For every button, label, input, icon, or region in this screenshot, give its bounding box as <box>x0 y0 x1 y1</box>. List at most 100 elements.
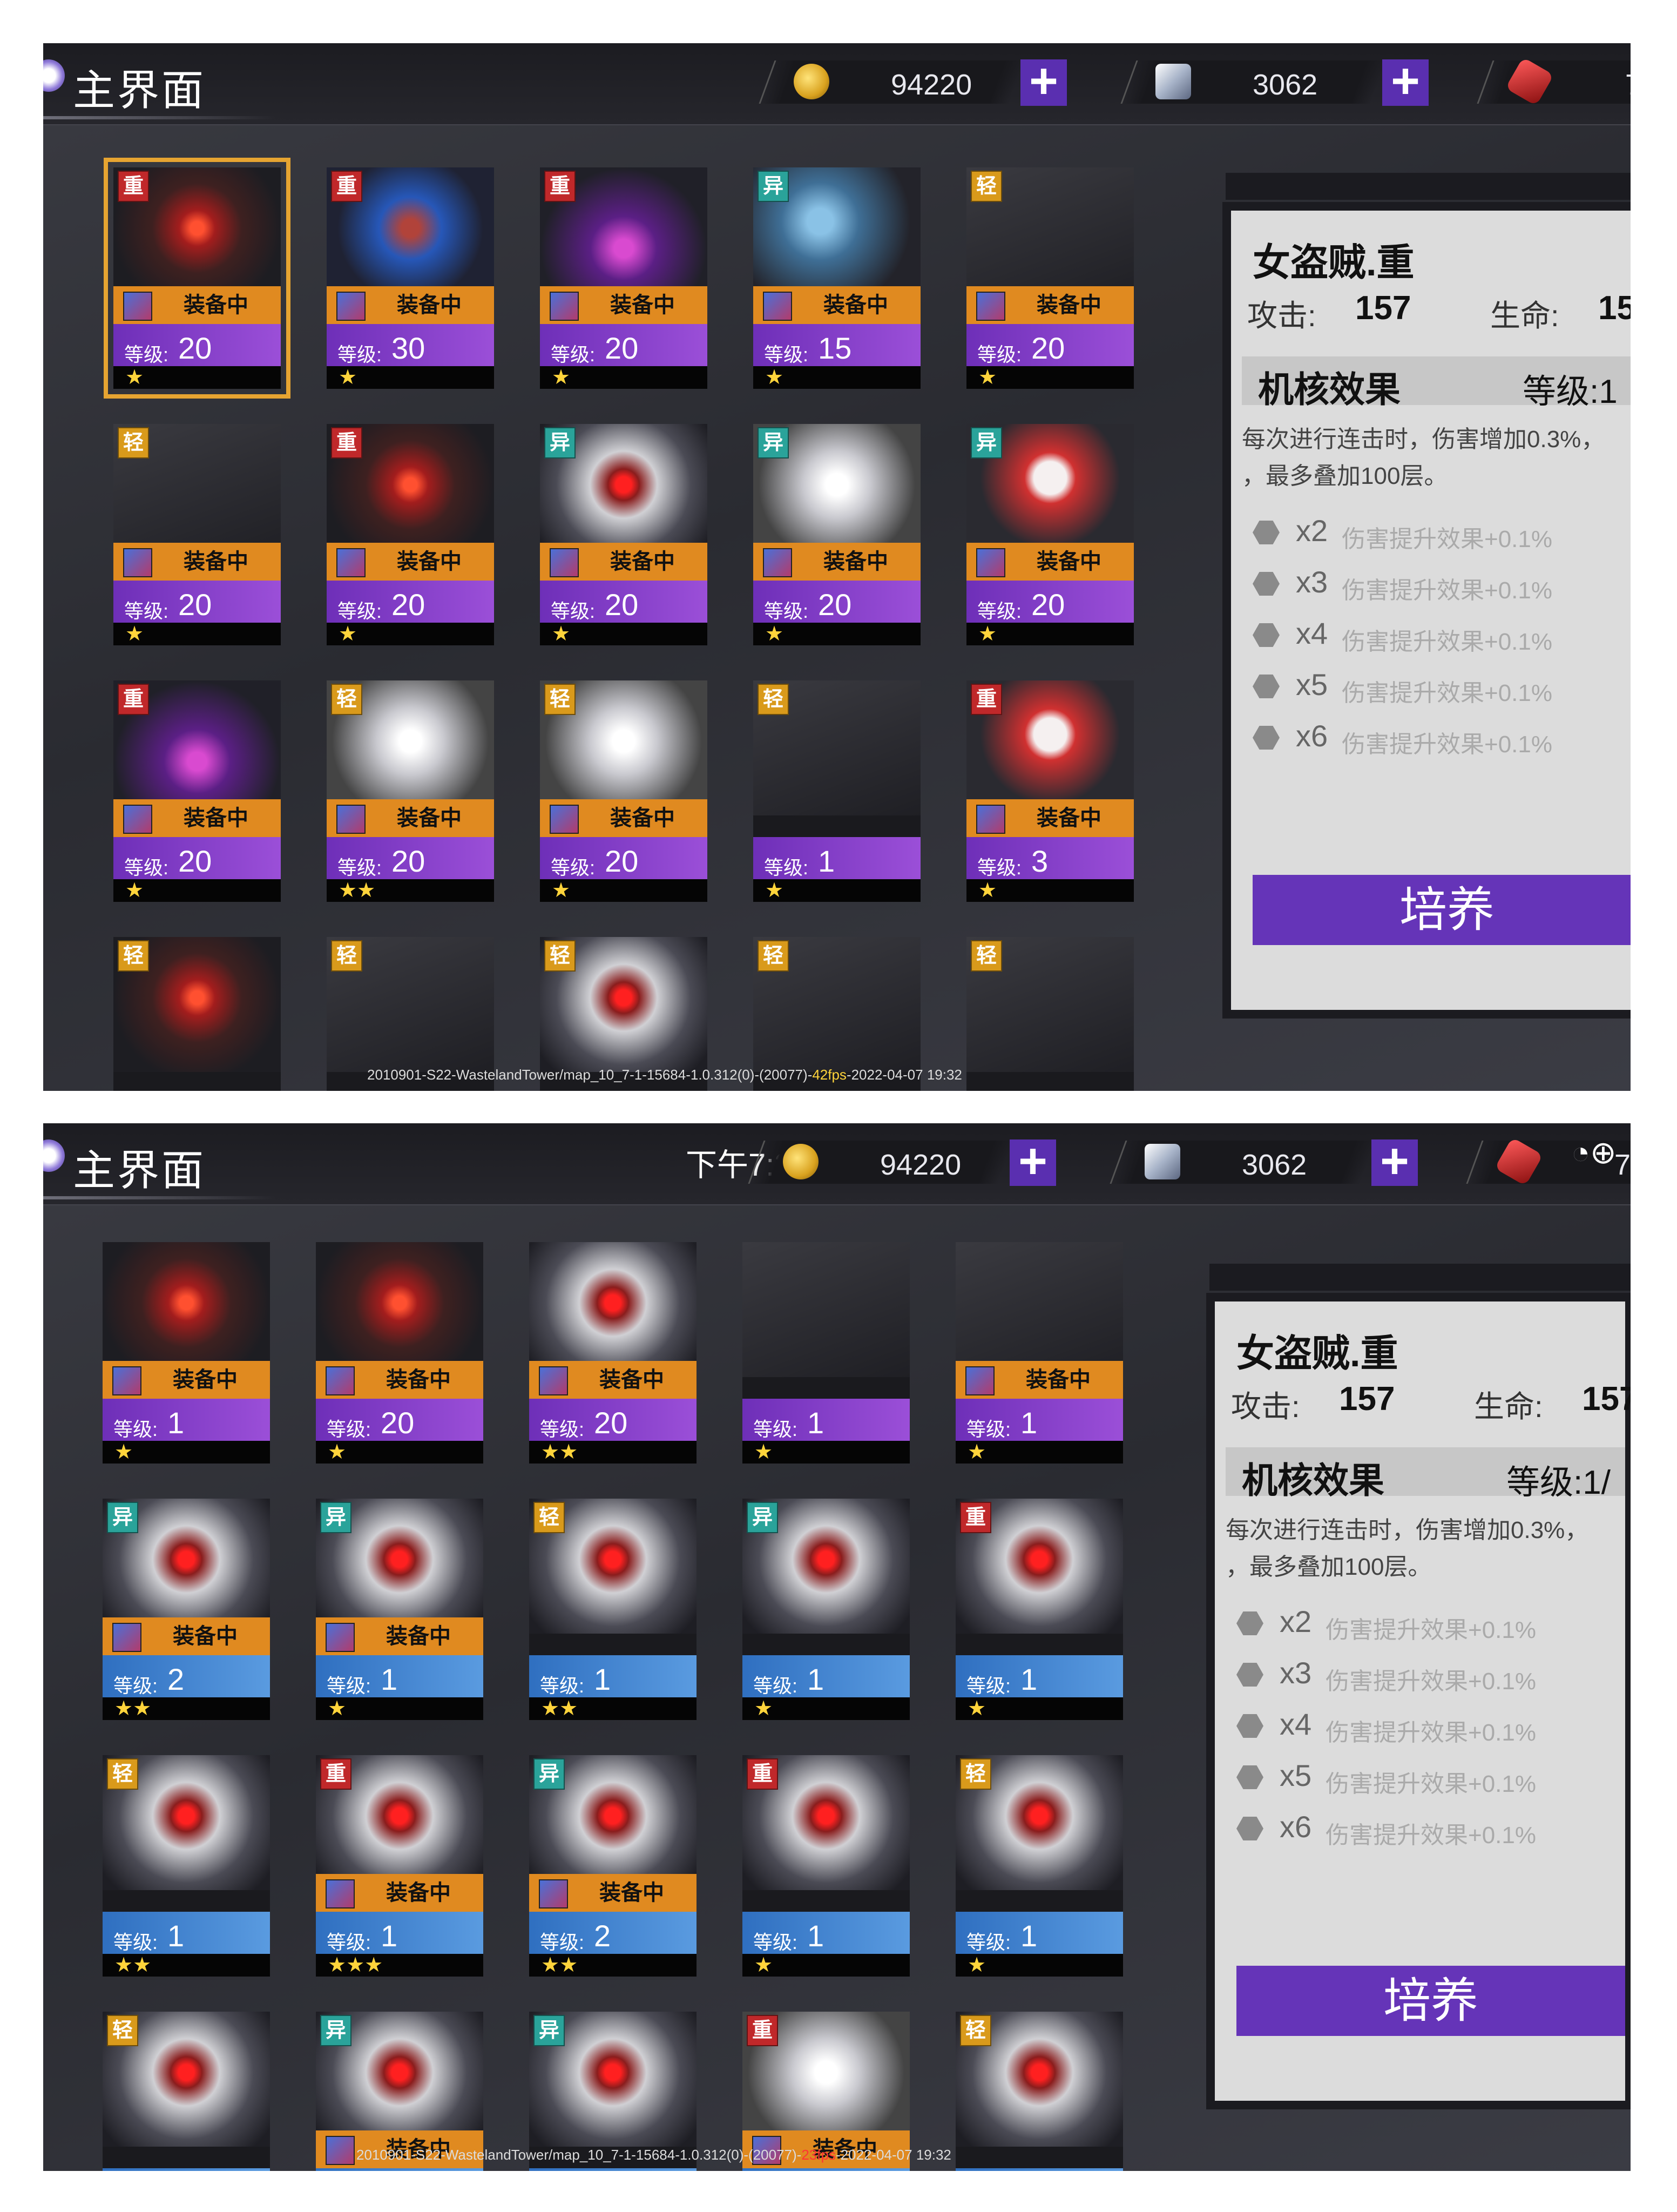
star-rating: ★★★ <box>316 1954 483 1977</box>
equipped-label: 装备中 <box>1037 550 1101 574</box>
title-underline <box>43 116 275 119</box>
class-tag: 重 <box>544 171 576 202</box>
star-rating: ★ <box>540 366 707 389</box>
level-bar: 等级:1 <box>956 1399 1123 1441</box>
mecha-card[interactable]: 轻等级: 1 ★★ <box>529 1499 697 1720</box>
star-rating: ★ <box>316 1441 483 1464</box>
mecha-card[interactable]: 重装备中 等级: 30 ★ <box>327 167 494 389</box>
mecha-card[interactable]: 轻等级:1 <box>956 2012 1123 2171</box>
mecha-card[interactable]: 异装备中 等级: 20 ★ <box>540 424 707 645</box>
mecha-card[interactable]: 装备中 等级: 1 ★ <box>956 1242 1123 1464</box>
effect-text: 伤害提升效果+0.1% <box>1342 629 1552 655</box>
level-label: 等级: <box>337 343 382 366</box>
mecha-card[interactable]: 轻装备中 等级: 20 ★ <box>966 167 1134 389</box>
core-description: 每次进行连击时，伤害增加0.3%， ，最多叠加100层。 <box>1242 421 1631 495</box>
mecha-card[interactable]: 重装备中 等级: 3 ★ <box>966 680 1134 902</box>
effect-text: 伤害提升效果+0.1% <box>1342 577 1552 604</box>
mecha-card[interactable]: 装备中 等级: 1 ★ <box>103 1242 270 1464</box>
add-coins-button[interactable]: + <box>1010 1136 1056 1186</box>
mecha-card[interactable]: 重装备中 等级: 20 ★ <box>540 167 707 389</box>
mecha-card[interactable]: 异装备中 等级: 15 ★ <box>753 167 921 389</box>
equipped-badge: 装备中 <box>753 286 921 324</box>
level-bar: 等级: 30 <box>327 324 494 366</box>
mecha-card[interactable]: 轻装备中 等级: 20 ★ <box>113 424 281 645</box>
status-icons: ◔⊕ <box>1571 1135 1617 1170</box>
mecha-card[interactable]: 重装备中 等级: 20 ★ <box>327 424 494 645</box>
class-tag: 轻 <box>533 1502 565 1533</box>
effect-text: 伤害提升效果+0.1% <box>1342 526 1552 552</box>
mecha-card[interactable]: 重装备中 等级: 1 ★★★ <box>316 1755 483 1977</box>
add-gems-button[interactable]: + <box>1371 1136 1418 1186</box>
pilot-avatar-icon <box>976 292 1005 321</box>
mecha-card[interactable]: 轻装备中 等级: 20 ★ <box>540 680 707 902</box>
mecha-card[interactable]: 轻等级:1 <box>103 2012 270 2171</box>
class-tag: 异 <box>758 171 789 202</box>
level-value: 1 <box>807 1662 824 1696</box>
class-tag: 异 <box>320 1502 351 1533</box>
mecha-card[interactable]: 装备中 等级: 20 ★★ <box>529 1242 697 1464</box>
mecha-card[interactable]: 轻等级: 1 ★★ <box>103 1755 270 1977</box>
equipped-badge: 装备中 <box>966 799 1134 837</box>
train-button[interactable]: 培养 <box>1253 875 1631 945</box>
add-coins-button[interactable]: + <box>1020 56 1067 106</box>
level-label: 等级: <box>966 1931 1011 1953</box>
mecha-card[interactable]: 轻 <box>113 937 281 1091</box>
pilot-avatar-icon <box>336 292 366 321</box>
equipped-label: 装备中 <box>184 293 248 317</box>
mecha-card[interactable]: 重装备中 等级: 20 ★ <box>113 680 281 902</box>
level-bar: 等级:1 <box>103 2168 270 2171</box>
mecha-card[interactable]: 装备中 等级: 20 ★ <box>316 1242 483 1464</box>
equipped-label: 装备中 <box>184 806 248 830</box>
equipped-badge: 装备中 <box>103 1617 270 1655</box>
mecha-card[interactable]: 轻等级: 1 ★ <box>956 1755 1123 1977</box>
mecha-card[interactable]: 异装备中 等级: 1 ★ <box>316 1499 483 1720</box>
level-value: 20 <box>605 331 639 365</box>
mecha-card[interactable]: 等级: 1 ★ <box>742 1242 910 1464</box>
level-value: 20 <box>178 844 212 878</box>
level-bar: 等级: 20 <box>327 837 494 879</box>
mecha-card[interactable]: 异装备中 等级: 2 ★★ <box>103 1499 270 1720</box>
debug-info: 2010901-S22-WastelandTower/map_10_7-1-15… <box>356 2147 951 2163</box>
equipped-badge: 装备中 <box>113 286 281 324</box>
mecha-card[interactable]: 轻 <box>966 937 1134 1091</box>
class-tag: 重 <box>320 1758 351 1790</box>
pilot-avatar-icon <box>123 548 152 577</box>
desc-line-2: ，最多叠加100层。 <box>1242 463 1448 489</box>
mecha-card[interactable]: 轻等级: 1 ★ <box>753 680 921 902</box>
mecha-card[interactable]: 异等级: 1 ★ <box>742 1499 910 1720</box>
mecha-card[interactable]: 重装备中 等级: 20 ★ <box>104 158 290 399</box>
level-value: 3 <box>1031 844 1049 878</box>
level-label: 等级: <box>113 1418 158 1440</box>
class-tag: 轻 <box>331 684 362 715</box>
mecha-card[interactable]: 轻装备中 等级: 20 ★★ <box>327 680 494 902</box>
level-label: 等级: <box>977 857 1022 879</box>
class-tag: 异 <box>107 1502 138 1533</box>
mecha-portrait <box>956 1242 1123 1377</box>
character-name: 女盗贼.重 <box>1253 241 1415 284</box>
level-value: 1 <box>381 1662 398 1696</box>
mecha-card[interactable]: 重等级: 1 ★ <box>742 1755 910 1977</box>
hexagon-icon <box>1236 1765 1263 1789</box>
mecha-card[interactable]: 异装备中 等级: 20 ★ <box>966 424 1134 645</box>
star-rating: ★★ <box>103 1954 270 1977</box>
equipped-label: 装备中 <box>823 550 888 574</box>
level-bar: 等级:1 <box>529 2168 697 2171</box>
page-title: 主界面 <box>73 1147 206 1194</box>
level-bar: 等级: 20 <box>540 581 707 623</box>
mecha-portrait <box>103 1242 270 1377</box>
menu-icon[interactable] <box>43 1139 65 1172</box>
train-button[interactable]: 培养 <box>1236 1966 1625 2036</box>
mecha-card[interactable]: 异装备中 等级: 20 ★ <box>753 424 921 645</box>
level-bar: 等级: 20 <box>753 581 921 623</box>
level-bar: 等级: 20 <box>316 1399 483 1441</box>
menu-icon[interactable] <box>43 59 65 92</box>
add-gems-button[interactable]: + <box>1382 56 1429 106</box>
hexagon-icon <box>1236 1663 1263 1687</box>
star-rating: ★ <box>753 366 921 389</box>
star-rating: ★ <box>753 879 921 902</box>
level-value: 1 <box>807 1406 824 1440</box>
level-bar: 等级: 2 <box>529 1912 697 1954</box>
star-rating: ★ <box>742 1441 910 1464</box>
mecha-card[interactable]: 异装备中 等级: 2 ★★ <box>529 1755 697 1977</box>
mecha-card[interactable]: 重等级: 1 ★ <box>956 1499 1123 1720</box>
